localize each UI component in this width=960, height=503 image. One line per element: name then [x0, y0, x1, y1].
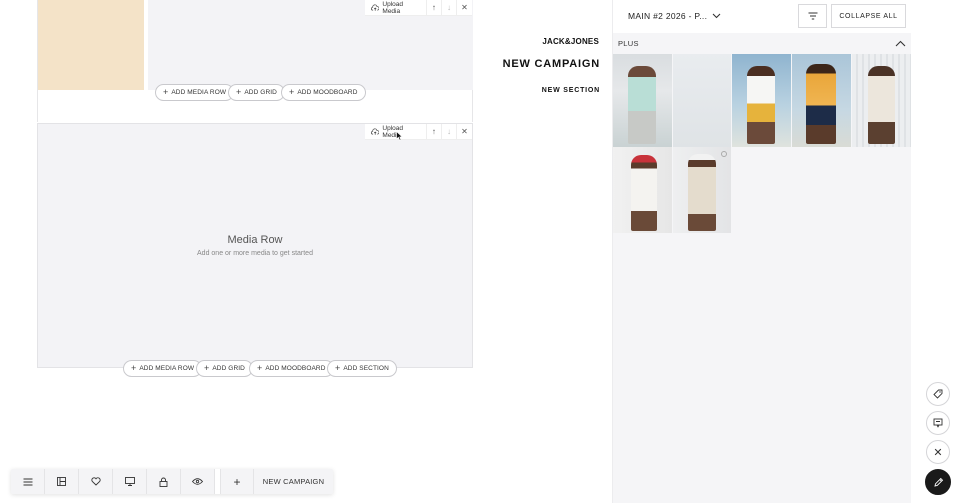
menu-icon: [23, 478, 32, 485]
remove-block-button[interactable]: ✕: [457, 0, 472, 16]
plus-icon: +: [204, 363, 210, 373]
arrow-up-icon: ↑: [431, 3, 436, 12]
model-figure: [806, 64, 836, 144]
add-section-button[interactable]: + ADD SECTION: [327, 360, 397, 377]
upload-media-button[interactable]: Upload Media: [365, 0, 427, 16]
collapse-all-button[interactable]: COLLAPSE ALL: [831, 4, 906, 28]
monitor-icon: [124, 477, 135, 486]
new-campaign-label: NEW CAMPAIGN: [262, 477, 325, 486]
move-down-button[interactable]: ↓: [442, 123, 457, 140]
campaign-selector-label: MAIN #2 2026 - P...: [628, 11, 708, 21]
chevron-up-icon: [895, 40, 906, 46]
model-figure: [688, 154, 716, 231]
plus-icon: +: [236, 87, 242, 97]
brand-logo: JACK&JONES: [542, 37, 599, 46]
product-thumbnail[interactable]: [852, 54, 911, 147]
top-media-toolbar: Upload Media ↑ ↓ ✕: [365, 0, 472, 16]
model-figure: [747, 66, 775, 144]
campaign-selector[interactable]: MAIN #2 2026 - P...: [628, 11, 721, 21]
section-label: NEW SECTION: [541, 87, 600, 94]
new-campaign-tab[interactable]: NEW CAMPAIGN: [254, 469, 333, 494]
close-icon: ✕: [461, 127, 468, 136]
eye-icon: [192, 478, 203, 485]
plus-icon: +: [289, 87, 295, 97]
close-icon: ✕: [461, 3, 468, 12]
product-thumbnail[interactable]: [613, 54, 672, 147]
model-figure: [628, 66, 656, 144]
heart-icon: [90, 477, 101, 486]
cloud-upload-icon: [371, 3, 380, 11]
arrow-down-icon: ↓: [446, 127, 451, 136]
remove-block-button[interactable]: ✕: [457, 124, 472, 140]
add-campaign-button[interactable]: +: [220, 469, 254, 494]
group-label: PLUS: [618, 38, 639, 48]
tag-icon: [933, 389, 943, 399]
pencil-icon: [933, 477, 943, 487]
add-media-row-button[interactable]: + ADD MEDIA ROW: [155, 84, 235, 101]
add-moodboard-button[interactable]: + ADD MOODBOARD: [249, 360, 334, 377]
move-up-button[interactable]: ↑: [427, 123, 442, 140]
add-grid-button[interactable]: + ADD GRID: [196, 360, 253, 377]
product-thumbnail[interactable]: [732, 54, 791, 147]
add-media-row-button[interactable]: + ADD MEDIA ROW: [123, 360, 203, 377]
group-header-plus[interactable]: PLUS: [613, 33, 911, 53]
model-figure: [868, 66, 895, 144]
media-row-block[interactable]: Media Row Add one or more media to get s…: [37, 123, 473, 368]
filter-icon: [808, 12, 817, 20]
move-down-button[interactable]: ↓: [442, 0, 457, 16]
tag-button[interactable]: [926, 382, 950, 406]
plus-icon: +: [233, 474, 241, 489]
product-thumbnail[interactable]: [673, 54, 731, 147]
plus-icon: +: [257, 363, 263, 373]
arrow-up-icon: ↑: [431, 127, 436, 136]
product-thumbnail[interactable]: [673, 147, 731, 233]
mouse-cursor-icon: [396, 131, 403, 141]
media-row-title: Media Row: [227, 234, 283, 246]
media-row-subtitle: Add one or more media to get started: [197, 250, 313, 257]
campaign-title: NEW CAMPAIGN: [502, 58, 600, 70]
menu-button[interactable]: [11, 469, 45, 494]
lock-icon: [159, 477, 168, 487]
cloud-upload-icon: [371, 127, 380, 135]
comment-button[interactable]: [926, 411, 950, 435]
bottom-toolbar: + NEW CAMPAIGN: [11, 469, 333, 494]
arrow-down-icon: ↓: [446, 3, 451, 12]
close-panel-button[interactable]: ✕: [926, 440, 950, 464]
favorite-icon[interactable]: [721, 151, 727, 157]
top-block: [37, 0, 473, 122]
upload-media-label: Upload Media: [382, 0, 404, 15]
present-button[interactable]: [113, 469, 147, 494]
lock-button[interactable]: [147, 469, 181, 494]
layout-button[interactable]: [45, 469, 79, 494]
model-figure: [686, 64, 716, 144]
model-figure: [631, 155, 657, 231]
comment-icon: [933, 418, 943, 428]
product-thumbnail[interactable]: [613, 147, 672, 233]
plus-icon: +: [131, 363, 137, 373]
collapse-all-label: COLLAPSE ALL: [839, 12, 898, 20]
plus-icon: +: [335, 363, 341, 373]
preview-button[interactable]: [181, 469, 215, 494]
close-icon: ✕: [933, 446, 943, 459]
layout-icon: [57, 477, 66, 486]
plus-icon: +: [163, 87, 169, 97]
media-row-toolbar: Upload Media ↑ ↓ ✕: [365, 123, 472, 140]
edit-button[interactable]: [925, 469, 951, 495]
add-grid-button[interactable]: + ADD GRID: [228, 84, 285, 101]
beige-placeholder: [38, 0, 144, 90]
add-moodboard-button[interactable]: + ADD MOODBOARD: [281, 84, 366, 101]
chevron-down-icon: [712, 13, 721, 19]
move-up-button[interactable]: ↑: [427, 0, 442, 16]
favorites-button[interactable]: [79, 469, 113, 494]
filter-button[interactable]: [798, 4, 827, 28]
product-thumbnail[interactable]: [792, 54, 851, 147]
